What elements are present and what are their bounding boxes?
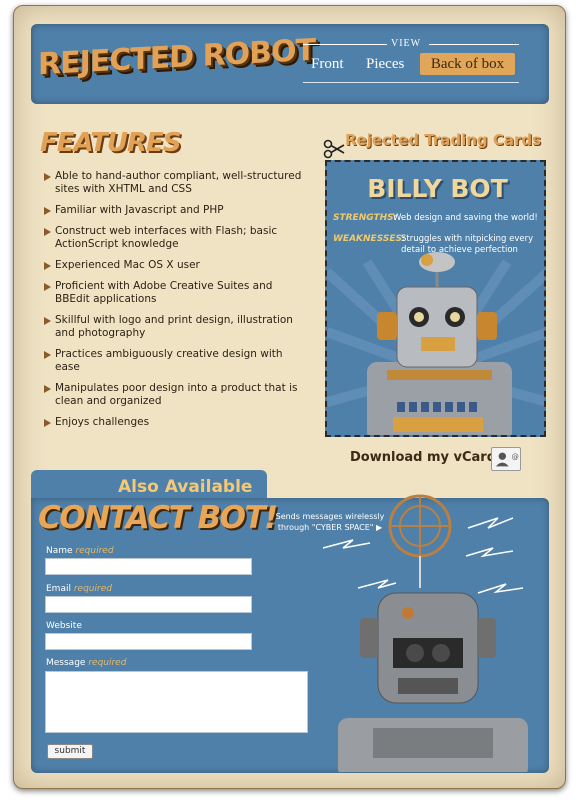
vcard-icon[interactable]: @ [491, 447, 521, 471]
feature-item: Construct web interfaces with Flash; bas… [44, 225, 306, 251]
email-label: Email required [46, 584, 112, 594]
message-textarea[interactable] [45, 671, 308, 733]
triangle-bullet-icon [44, 262, 51, 270]
feature-item: Enjoys challenges [44, 416, 306, 429]
feature-item: Manipulates poor design into a product t… [44, 382, 306, 408]
also-available-label: Also Available [118, 477, 253, 497]
nav-front-link[interactable]: Front [311, 53, 344, 75]
sunburst-background [327, 252, 544, 435]
feature-item: Experienced Mac OS X user [44, 259, 306, 272]
nav-pieces-link[interactable]: Pieces [366, 53, 404, 75]
strengths-label: STRENGTHS: [333, 213, 398, 223]
feature-item: Able to hand-author compliant, well-stru… [44, 170, 306, 196]
triangle-bullet-icon [44, 207, 51, 215]
scissors-icon [323, 139, 345, 159]
triangle-bullet-icon [44, 228, 51, 236]
triangle-bullet-icon [44, 173, 51, 181]
card-name: BILLY BOT [367, 174, 508, 203]
svg-text:@: @ [512, 452, 519, 461]
name-label: Name required [46, 546, 114, 556]
trading-cards-heading: Rejected Trading Cards [345, 131, 542, 149]
triangle-bullet-icon [44, 283, 51, 291]
triangle-bullet-icon [44, 419, 51, 427]
triangle-bullet-icon [44, 385, 51, 393]
email-field[interactable] [45, 596, 252, 613]
nav-rule-right [429, 44, 519, 45]
nav-rule-bottom [303, 82, 519, 83]
website-field[interactable] [45, 633, 252, 650]
weaknesses-label: WEAKNESSES: [333, 234, 406, 244]
nav-view-label: VIEW [391, 38, 422, 49]
feature-item: Familiar with Javascript and PHP [44, 204, 306, 217]
billy-bot-trading-card: BILLY BOT STRENGTHS: Web design and savi… [325, 160, 546, 437]
feature-item: Proficient with Adobe Creative Suites an… [44, 280, 306, 306]
view-nav: VIEW Front Pieces Back of box [303, 37, 519, 97]
triangle-bullet-icon [44, 317, 51, 325]
feature-item: Skillful with logo and print design, ill… [44, 314, 306, 340]
triangle-bullet-icon [44, 351, 51, 359]
message-label: Message required [46, 658, 127, 668]
contact-robot-illustration [322, 494, 528, 772]
nav-back-of-box-link[interactable]: Back of box [420, 53, 515, 75]
submit-button[interactable]: submit [47, 744, 93, 759]
features-heading: FEATURES [40, 128, 182, 158]
weaknesses-text: Struggles with nitpicking every detail t… [401, 234, 534, 255]
nav-rule-left [303, 44, 387, 45]
website-label: Website [46, 621, 82, 631]
contact-bot-heading: CONTACT BOT! [38, 500, 278, 536]
feature-item: Practices ambiguously creative design wi… [44, 348, 306, 374]
name-field[interactable] [45, 558, 252, 575]
download-vcard-link[interactable]: Download my vCard [350, 450, 496, 465]
features-list: Able to hand-author compliant, well-stru… [44, 170, 306, 437]
strengths-text: Web design and saving the world! [393, 213, 538, 223]
